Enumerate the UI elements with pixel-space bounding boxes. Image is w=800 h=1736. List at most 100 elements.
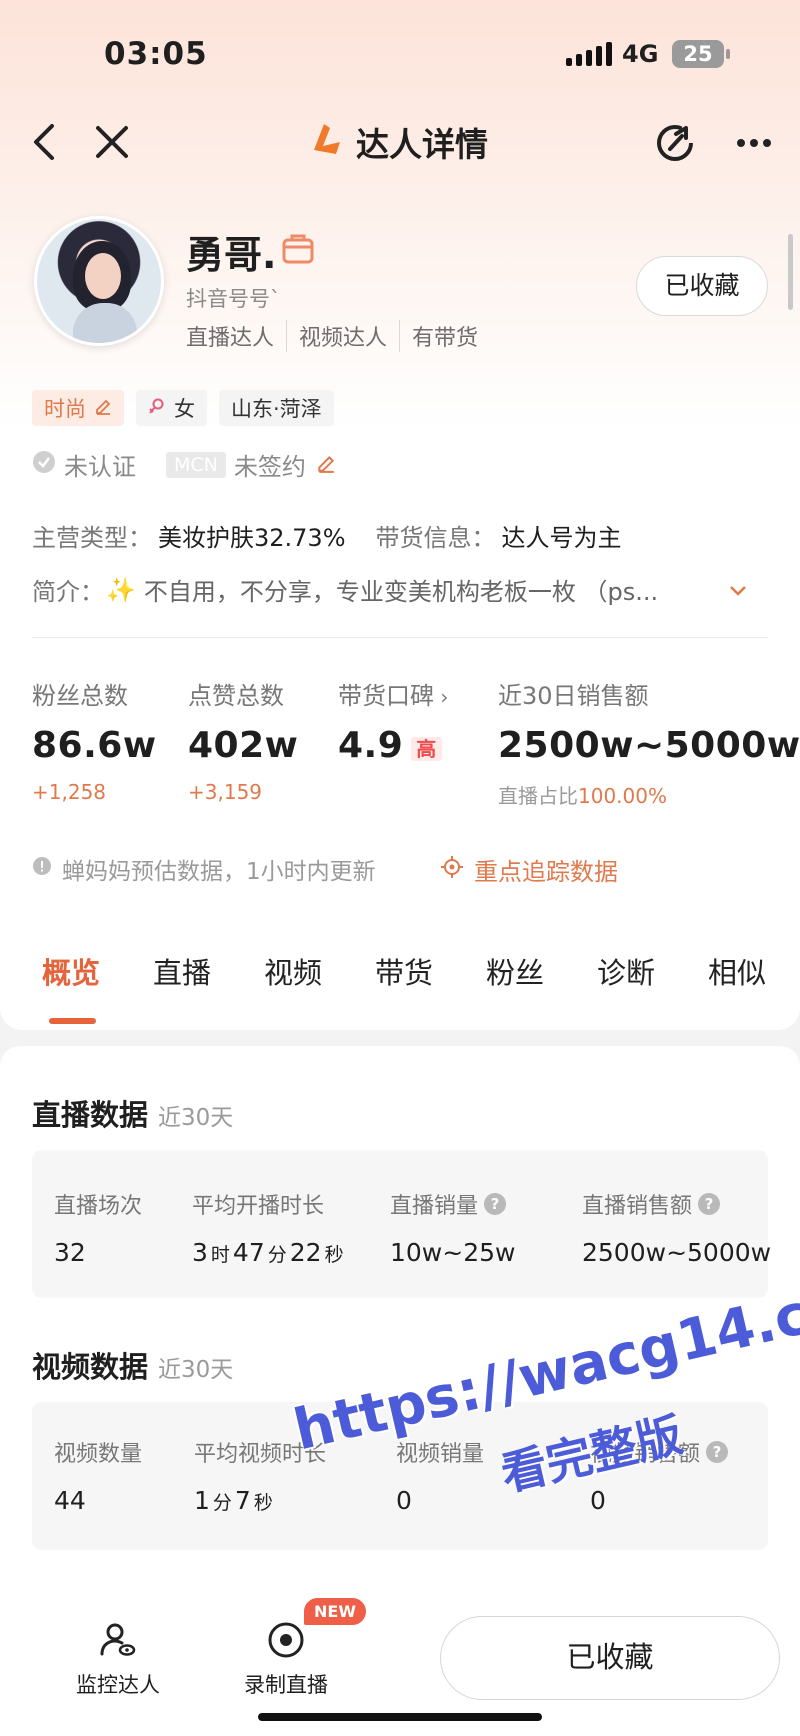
- video-volume-metric: 视频销量 0: [396, 1436, 484, 1515]
- goods-info-value: 达人号为主: [501, 524, 622, 552]
- favorite-bottom-button[interactable]: 已收藏: [440, 1616, 780, 1700]
- metric-value: 44: [54, 1486, 86, 1515]
- reputation-badge: 高: [411, 736, 442, 761]
- metric-label: 平均开播时长: [192, 1194, 325, 1219]
- metric-value: 1分7秒: [194, 1486, 273, 1515]
- reputation-stat[interactable]: 带货口碑 › 4.9 高: [338, 676, 448, 766]
- stat-delta: +3,159: [188, 780, 263, 804]
- stat-value: 4.9 高: [338, 725, 448, 766]
- metric-label: 直播销量?: [390, 1188, 515, 1220]
- new-badge: NEW: [304, 1598, 366, 1625]
- network-type: 4G: [622, 40, 659, 68]
- live-section-title: 直播数据 近30天: [32, 1098, 234, 1132]
- signal-icon: [566, 42, 612, 66]
- bio-row[interactable]: 简介： ✨ 不自用，不分享，专业变美机构老板一枚 （ps...: [32, 572, 752, 607]
- home-indicator: [258, 1713, 542, 1721]
- role-label: 直播达人: [186, 326, 275, 351]
- nav-title: 达人详情: [306, 118, 488, 166]
- fans-stat[interactable]: 粉丝总数 86.6w +1,258: [32, 676, 157, 804]
- close-icon[interactable]: [94, 124, 130, 164]
- estimate-text: 蝉妈妈预估数据，1小时内更新: [62, 859, 376, 885]
- brand-logo-icon: [306, 120, 346, 164]
- record-icon: [236, 1620, 336, 1665]
- metric-value: 0: [590, 1486, 606, 1515]
- section-range: 近30天: [158, 1105, 234, 1131]
- category-tag[interactable]: 时尚: [32, 390, 124, 426]
- video-section-title: 视频数据 近30天: [32, 1350, 234, 1384]
- shop-icon[interactable]: [280, 230, 316, 270]
- favorite-button[interactable]: 已收藏: [636, 256, 768, 316]
- metric-label: 视频销量: [396, 1442, 485, 1467]
- mcn-badge: MCN: [166, 451, 226, 478]
- live-sales-metric: 直播销售额? 2500w~5000w: [582, 1188, 771, 1267]
- tab-active-indicator: [49, 1018, 96, 1024]
- metric-label: 直播场次: [54, 1194, 143, 1219]
- record-label: 录制直播: [244, 1673, 328, 1697]
- back-icon[interactable]: [30, 122, 58, 166]
- edit-icon[interactable]: [316, 451, 336, 479]
- monitor-button[interactable]: 监控达人: [68, 1620, 168, 1699]
- cert-status: 未认证: [64, 453, 136, 481]
- goods-info-label: 带货信息：: [375, 524, 496, 552]
- help-icon[interactable]: ?: [706, 1441, 729, 1463]
- stat-label: 点赞总数: [188, 682, 284, 710]
- target-icon: [440, 855, 464, 885]
- main-type-label: 主营类型：: [32, 524, 152, 552]
- profile-handle: 抖音号号`: [186, 287, 281, 311]
- tab-diagnosis[interactable]: 诊断: [597, 950, 655, 992]
- avatar[interactable]: [34, 216, 164, 346]
- bio-text: 不自用，不分享，专业变美机构老板一枚 （ps...: [143, 578, 659, 606]
- metric-value: 2500w~5000w: [582, 1238, 772, 1267]
- help-icon[interactable]: ?: [484, 1193, 507, 1215]
- divider: [32, 637, 768, 638]
- female-icon: [148, 396, 166, 420]
- certification-row: 未认证 MCN 未签约: [32, 447, 336, 482]
- metric-value: 3 时 47 分 22 秒: [192, 1238, 344, 1267]
- tab-similar[interactable]: 相似: [708, 950, 766, 992]
- metric-label: 直播销售额?: [582, 1188, 771, 1220]
- track-data-link[interactable]: 重点追踪数据: [440, 852, 618, 887]
- likes-stat[interactable]: 点赞总数 402w +3,159: [188, 676, 298, 804]
- monitor-label: 监控达人: [76, 1673, 160, 1697]
- more-icon[interactable]: [736, 134, 772, 153]
- stat-value: 402w: [188, 725, 299, 766]
- status-time: 03:05: [104, 36, 208, 72]
- stat-value: 86.6w: [32, 725, 157, 766]
- sales30-stat[interactable]: 近30日销售额 2500w~5000w 直播占比100.00%: [498, 676, 800, 809]
- profile-name: 勇哥.: [186, 233, 277, 277]
- tab-fans[interactable]: 粉丝: [486, 950, 544, 992]
- stat-value: 2500w~5000w: [498, 725, 800, 766]
- edit-icon[interactable]: [94, 396, 112, 420]
- sparkle-icon: ✨: [106, 575, 136, 604]
- metric-value: 10w~25w: [390, 1238, 516, 1267]
- check-circle-icon: [32, 450, 56, 480]
- section-range: 近30天: [158, 1357, 234, 1383]
- bio-label: 简介：: [32, 578, 104, 606]
- tab-video[interactable]: 视频: [264, 950, 322, 992]
- role-label: 有带货: [399, 320, 490, 352]
- gender-tag: 女: [136, 390, 207, 426]
- tab-live[interactable]: 直播: [153, 950, 211, 992]
- help-icon[interactable]: ?: [698, 1193, 721, 1215]
- mcn-status: 未签约: [233, 453, 306, 481]
- role-label: 视频达人: [286, 320, 399, 352]
- live-volume-metric: 直播销量? 10w~25w: [390, 1188, 515, 1267]
- category-label: 时尚: [44, 397, 86, 421]
- track-label: 重点追踪数据: [474, 858, 618, 886]
- record-live-button[interactable]: 录制直播: [236, 1620, 336, 1699]
- chevron-down-icon[interactable]: [728, 576, 748, 604]
- tab-bar: 概览 直播 视频 带货 粉丝 诊断 相似: [0, 950, 800, 1010]
- page-title: 达人详情: [356, 125, 488, 164]
- tab-overview[interactable]: 概览: [42, 950, 100, 992]
- tab-goods[interactable]: 带货: [375, 950, 433, 992]
- video-count-metric: 视频数量 44: [54, 1436, 142, 1515]
- avatar-face: [85, 253, 121, 299]
- live-data-panel: 直播场次 32 平均开播时长 3 时 47 分 22 秒 直播销量? 10w~25w 直播…: [32, 1150, 771, 1298]
- stat-label: 近30日销售额: [498, 682, 649, 710]
- scrollbar[interactable]: [788, 234, 793, 310]
- stat-label: 粉丝总数: [32, 682, 128, 710]
- share-icon[interactable]: [654, 122, 696, 168]
- stat-label: 带货口碑 ›: [338, 682, 449, 710]
- metric-value: 32: [54, 1238, 86, 1267]
- tag-list: 时尚 女 山东·菏泽: [32, 390, 334, 426]
